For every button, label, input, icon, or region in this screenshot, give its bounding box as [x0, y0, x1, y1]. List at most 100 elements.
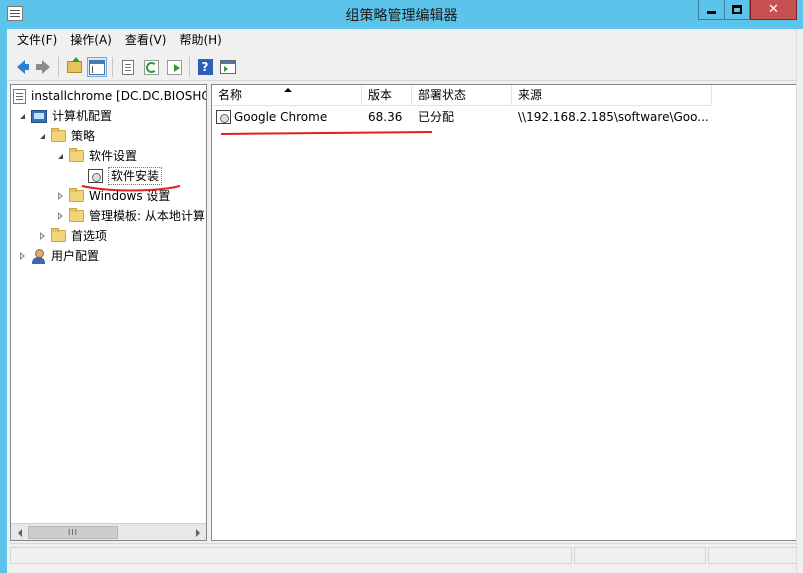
expand-toggle[interactable]	[55, 151, 65, 161]
refresh-icon	[143, 59, 159, 75]
cell-version: 68.36	[368, 110, 403, 124]
properties-button[interactable]	[118, 57, 138, 77]
client-area: 文件(F) 操作(A) 查看(V) 帮助(H) ? installchrome …	[7, 29, 803, 573]
column-headers: 名称 版本 部署状态 来源	[212, 85, 800, 106]
show-action-pane-icon	[220, 60, 236, 74]
status-bar	[10, 543, 800, 565]
status-cell-main	[10, 547, 572, 564]
menu-action[interactable]: 操作(A)	[65, 29, 117, 51]
gpo-icon	[13, 88, 26, 104]
menu-help[interactable]: 帮助(H)	[174, 29, 226, 51]
tree-node-software-settings[interactable]: 软件设置	[55, 146, 137, 166]
cell-source: \\192.168.2.185\software\Goo...	[518, 110, 708, 124]
toolbar-separator	[112, 57, 113, 77]
collapsed-arrow-icon	[39, 232, 45, 240]
tree-node-label: 首选项	[71, 229, 108, 243]
app-window: 组策略管理编辑器 ✕ 文件(F) 操作(A) 查看(V) 帮助(H) ? ins…	[0, 0, 803, 573]
tree-node-windows-settings[interactable]: Windows 设置	[55, 186, 170, 206]
column-header-label: 版本	[368, 88, 393, 102]
column-header-name[interactable]: 名称	[212, 85, 362, 106]
up-one-level-button[interactable]	[64, 57, 84, 77]
properties-doc-icon	[122, 59, 134, 75]
expanded-arrow-icon	[57, 153, 63, 159]
tree-node-software-install[interactable]: 软件安装	[88, 166, 163, 186]
cell-name: Google Chrome	[216, 106, 362, 128]
column-header-label: 来源	[518, 88, 543, 102]
tree-node-label: 用户配置	[51, 249, 100, 263]
software-install-icon	[88, 169, 103, 183]
column-header-source[interactable]: 来源	[512, 85, 712, 106]
show-tree-icon	[89, 59, 105, 75]
expand-toggle[interactable]	[55, 211, 65, 221]
close-button[interactable]: ✕	[750, 0, 797, 20]
window-title: 组策略管理编辑器	[345, 8, 458, 24]
folder-icon	[51, 128, 66, 142]
scroll-thumb[interactable]: III	[28, 526, 118, 539]
scroll-right-arrow-icon[interactable]	[191, 526, 204, 539]
scroll-grip: III	[67, 528, 79, 537]
tree-node-label: 计算机配置	[52, 109, 113, 123]
column-header-status[interactable]: 部署状态	[412, 85, 512, 106]
up-folder-icon	[66, 57, 82, 73]
help-button[interactable]: ?	[195, 57, 215, 77]
tree-node-preferences[interactable]: 首选项	[37, 226, 107, 246]
forward-arrow-icon	[36, 60, 50, 74]
column-header-version[interactable]: 版本	[362, 85, 412, 106]
collapsed-arrow-icon	[57, 212, 63, 220]
maximize-icon	[732, 5, 742, 14]
expand-toggle[interactable]	[17, 251, 27, 261]
tree-node-admin-templates[interactable]: 管理模板: 从本地计算	[55, 206, 205, 226]
folder-icon	[69, 148, 84, 162]
refresh-button[interactable]	[141, 57, 161, 77]
export-list-button[interactable]	[164, 57, 184, 77]
tree-node-label: 管理模板: 从本地计算	[89, 209, 205, 223]
expand-toggle[interactable]	[55, 191, 65, 201]
collapsed-arrow-icon	[19, 252, 25, 260]
sort-ascending-icon	[284, 88, 292, 92]
close-icon: ✕	[768, 2, 779, 17]
collapsed-arrow-icon	[57, 192, 63, 200]
expand-toggle[interactable]	[17, 111, 27, 121]
tree-node-label: 软件设置	[89, 149, 138, 163]
tree-node-label-selected: 软件安装	[108, 167, 163, 185]
back-arrow-icon	[17, 60, 29, 74]
menu-view[interactable]: 查看(V)	[120, 29, 172, 51]
status-cell-tertiary	[708, 547, 798, 564]
toolbar-separator	[58, 57, 59, 77]
scroll-left-arrow-icon[interactable]	[13, 526, 26, 539]
folder-icon	[69, 208, 84, 222]
menu-file[interactable]: 文件(F)	[12, 29, 62, 51]
minimize-button[interactable]	[698, 0, 724, 20]
folder-icon	[51, 228, 66, 242]
package-name: Google Chrome	[234, 110, 328, 124]
expand-toggle[interactable]	[37, 231, 47, 241]
forward-button[interactable]	[33, 57, 53, 77]
table-row[interactable]: Google Chrome 68.36 已分配 \\192.168.2.185\…	[212, 106, 800, 128]
expanded-arrow-icon	[19, 113, 25, 119]
user-icon	[31, 248, 46, 264]
tree-node-label: installchrome [DC.DC.BIOSHO	[31, 89, 207, 103]
tree-node-user-config[interactable]: 用户配置	[17, 246, 99, 266]
expand-toggle[interactable]	[37, 131, 47, 141]
tree-node-policies[interactable]: 策略	[37, 126, 95, 146]
title-bar[interactable]: 组策略管理编辑器 ✕	[0, 0, 803, 28]
show-action-pane-button[interactable]	[218, 57, 238, 77]
computer-icon	[31, 109, 47, 123]
export-list-icon	[166, 59, 182, 75]
tree-pane[interactable]: installchrome [DC.DC.BIOSHO 计算机配置 策略 软件设…	[10, 84, 207, 541]
tree-node-root[interactable]: installchrome [DC.DC.BIOSHO	[13, 86, 207, 106]
tree-node-label: 策略	[71, 129, 96, 143]
toolbar: ?	[7, 53, 803, 81]
maximize-button[interactable]	[724, 0, 750, 20]
column-header-label: 部署状态	[418, 88, 467, 102]
column-header-label: 名称	[218, 88, 243, 102]
details-list-pane[interactable]: 名称 版本 部署状态 来源 Google Chrome 68.36 已分配 \\…	[211, 84, 801, 541]
back-button[interactable]	[11, 57, 31, 77]
package-icon	[216, 110, 231, 124]
tree-node-computer-config[interactable]: 计算机配置	[17, 106, 112, 126]
status-cell-secondary	[574, 547, 706, 564]
menu-bar: 文件(F) 操作(A) 查看(V) 帮助(H)	[7, 29, 803, 51]
expanded-arrow-icon	[39, 133, 45, 139]
tree-horizontal-scrollbar[interactable]: III	[11, 523, 206, 540]
show-hide-tree-button[interactable]	[87, 57, 107, 77]
